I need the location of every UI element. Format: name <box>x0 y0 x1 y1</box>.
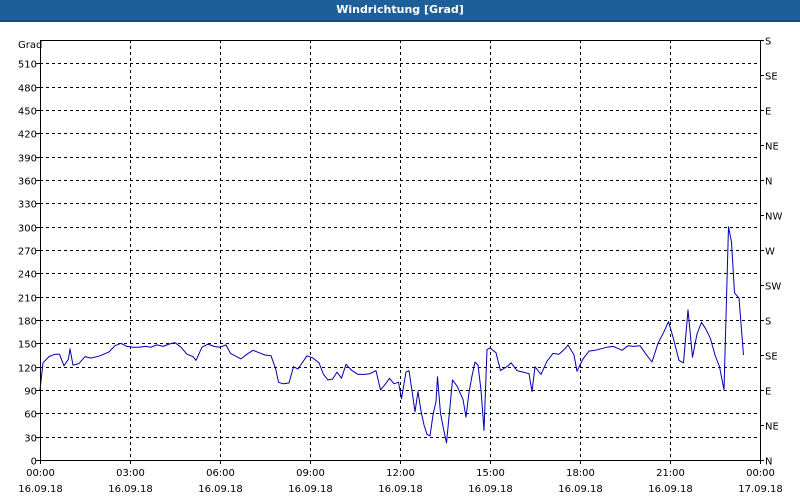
y-tick-label: 300 <box>18 224 37 235</box>
y-axis-ticks: 0 30 60 90 120 150 180 210 240 270 300 330 360 390 420… <box>18 60 40 468</box>
y2-tick-label: E <box>765 107 771 118</box>
y2-tick-label: S <box>765 37 771 48</box>
y-tick-label: 240 <box>18 270 37 281</box>
y-axis-label: Grad <box>18 40 42 51</box>
y-tick-label: 180 <box>18 317 37 328</box>
y2-tick-label: NE <box>765 422 779 433</box>
y-tick-label: 0 <box>31 457 37 468</box>
series-group <box>39 226 744 444</box>
x-tick-date-label: 16.09.18 <box>378 484 423 495</box>
y-tick-label: 210 <box>18 294 37 305</box>
x-tick-time-label: 00:00 <box>746 468 775 479</box>
x-tick-time-label: 00:00 <box>26 468 55 479</box>
y-tick-label: 480 <box>18 84 37 95</box>
y-tick-label: 30 <box>24 434 37 445</box>
y-tick-label: 270 <box>18 247 37 258</box>
y-tick-label: 420 <box>18 130 37 141</box>
x-tick-time-label: 21:00 <box>656 468 685 479</box>
y2-tick-label: E <box>765 387 771 398</box>
x-tick-time-label: 06:00 <box>206 468 235 479</box>
wind-direction-chart: Grad 0 30 60 90 120 150 180 210 240 270 300 330 360 3… <box>18 37 783 496</box>
x-tick-date-label: 16.09.18 <box>18 484 63 495</box>
x-tick-date-label: 16.09.18 <box>108 484 153 495</box>
x-tick-time-label: 03:00 <box>116 468 145 479</box>
x-axis-ticks: 00:00 16.09.18 03:00 16.09.18 06:00 16.09.18 0… <box>18 460 783 495</box>
y2-tick-label: NW <box>765 212 782 223</box>
x-tick-date-label: 16.09.18 <box>648 484 693 495</box>
x-tick-time-label: 18:00 <box>566 468 595 479</box>
y2-tick-label: S <box>765 317 771 328</box>
series-line <box>39 226 744 444</box>
y-tick-label: 120 <box>18 364 37 375</box>
y-tick-label: 150 <box>18 340 37 351</box>
x-tick-date-label: 16.09.18 <box>468 484 513 495</box>
y-tick-label: 360 <box>18 177 37 188</box>
y2-tick-label: SE <box>765 352 778 363</box>
x-tick-date-label: 17.09.18 <box>738 484 783 495</box>
x-tick-time-label: 15:00 <box>476 468 505 479</box>
y2-tick-label: N <box>765 177 772 188</box>
y-tick-label: 450 <box>18 107 37 118</box>
x-tick-time-label: 12:00 <box>386 468 415 479</box>
y2-tick-label: W <box>765 247 775 258</box>
y-tick-label: 330 <box>18 200 37 211</box>
y2-tick-label: N <box>765 457 772 468</box>
y-tick-label: 90 <box>24 387 37 398</box>
y2-axis-ticks: N NE E SE S SW W NW N NE E SE S <box>760 37 782 468</box>
y-tick-label: 390 <box>18 154 37 165</box>
y2-tick-label: SE <box>765 72 778 83</box>
y-tick-label: 60 <box>24 410 37 421</box>
y-tick-label: 510 <box>18 60 37 71</box>
y2-tick-label: SW <box>765 282 781 293</box>
y2-tick-label: NE <box>765 142 779 153</box>
grid-lines <box>40 40 760 460</box>
x-tick-date-label: 16.09.18 <box>558 484 603 495</box>
x-tick-time-label: 09:00 <box>296 468 325 479</box>
x-tick-date-label: 16.09.18 <box>198 484 243 495</box>
x-tick-date-label: 16.09.18 <box>288 484 333 495</box>
